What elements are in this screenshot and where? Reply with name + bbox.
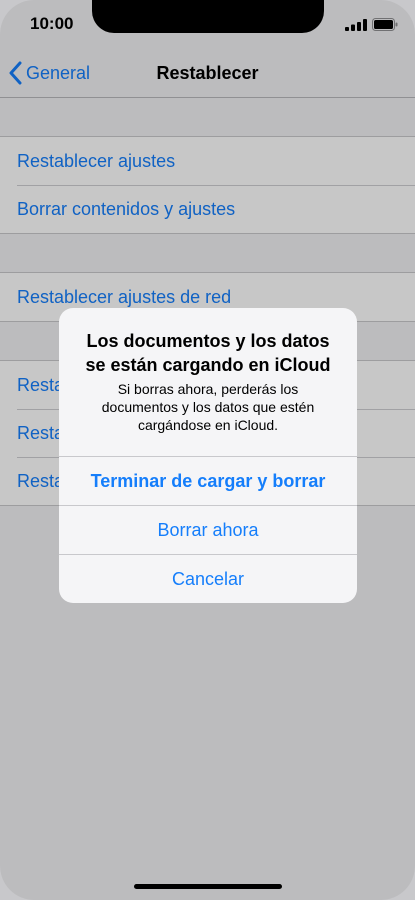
button-label: Borrar ahora xyxy=(157,520,259,540)
alert-message-line: cargándose en iCloud. xyxy=(137,417,279,433)
alert-message-line: Si borras ahora, perderás los xyxy=(117,381,299,397)
finish-upload-and-erase-button[interactable]: Terminar de cargar y borrar xyxy=(59,456,357,506)
cancel-button[interactable]: Cancelar xyxy=(59,554,357,603)
alert-dialog: Los documentos y los datos se están carg… xyxy=(59,308,357,603)
screen: 10:00 General Restablecer Restablecer aj… xyxy=(0,0,415,900)
alert-message-line: documentos y los datos que estén xyxy=(101,399,315,415)
alert-title-line: se están cargando en iCloud xyxy=(85,355,331,375)
alert-title-line: Los documentos y los datos xyxy=(86,331,330,351)
button-label: Cancelar xyxy=(171,569,245,589)
button-label: Terminar de cargar y borrar xyxy=(90,471,326,491)
home-indicator[interactable] xyxy=(134,884,282,889)
alert-title: Los documentos y los datos se están carg… xyxy=(71,329,345,377)
erase-now-button[interactable]: Borrar ahora xyxy=(59,505,357,555)
alert-message: Si borras ahora, perderás los documentos… xyxy=(79,380,337,434)
